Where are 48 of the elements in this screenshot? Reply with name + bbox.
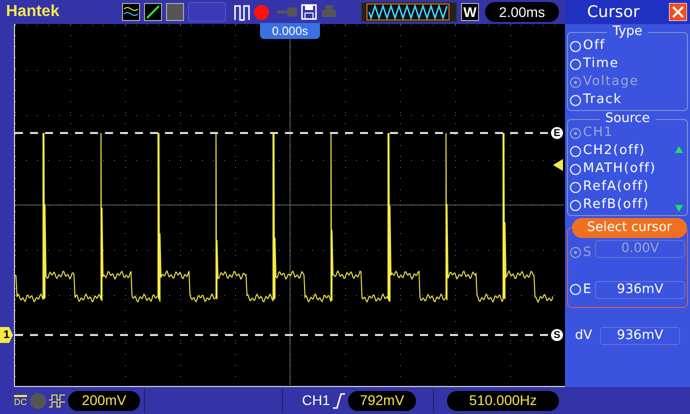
channel-marker: 1	[0, 327, 13, 343]
radio-option[interactable]: Track	[570, 91, 685, 109]
timebase-display: 2.00ms	[485, 2, 559, 22]
option-label: Off	[583, 37, 606, 56]
delta-label: dV	[575, 327, 592, 345]
trigger-source-label: CH1	[302, 391, 330, 410]
cursor-marker[interactable]: E	[551, 127, 563, 139]
option-label: Track	[583, 91, 622, 110]
volts-per-div-display: 200mV	[68, 390, 140, 410]
group-title: Type	[606, 24, 648, 39]
brand-logo: Hantek	[6, 2, 60, 22]
trigger-level-marker	[553, 159, 563, 171]
radio-option[interactable]: Off	[570, 37, 685, 55]
close-icon[interactable]	[669, 3, 687, 21]
group-title: Select cursor	[572, 218, 687, 238]
option-label: RefB(off)	[583, 196, 650, 214]
option-label: CH2(off)	[583, 142, 646, 160]
frequency-display: 510.000Hz	[447, 390, 560, 410]
delta-value-field: 936mV	[600, 326, 680, 345]
rising-edge-icon	[333, 392, 346, 408]
cursor-marker[interactable]: S	[551, 329, 563, 341]
cursor-option[interactable]: E 936mV	[570, 276, 685, 299]
trigger-level-display: 792mV	[348, 390, 416, 410]
square-wave-icon	[49, 394, 65, 408]
option-label: E	[583, 280, 592, 298]
option-label: RefA(off)	[583, 178, 650, 196]
radio-option[interactable]: RefA(off)	[570, 178, 685, 196]
record-icon[interactable]	[254, 4, 269, 20]
line-icon[interactable]	[144, 3, 162, 21]
option-label: S	[583, 244, 592, 262]
cursor-value-field: 0.00V	[595, 240, 685, 258]
radio-option[interactable]: Time	[570, 55, 685, 73]
trigger-position-label: 0.000s	[260, 23, 320, 39]
scroll-down-icon[interactable]	[675, 205, 683, 212]
scroll-up-icon[interactable]	[675, 146, 683, 153]
option-label: CH1	[583, 124, 614, 142]
radio-option[interactable]: MATH(off)	[570, 160, 685, 178]
radio-option[interactable]: RefB(off)	[570, 196, 685, 214]
option-label: MATH(off)	[583, 160, 656, 178]
radio-option[interactable]: CH2(off)	[570, 142, 685, 160]
panel-title: Cursor	[587, 1, 640, 23]
mode-indicator: W	[461, 3, 479, 21]
wave-icon[interactable]	[122, 3, 140, 21]
coupling-label: DC	[14, 394, 27, 406]
option-label: Voltage	[583, 73, 639, 92]
cursor-value-field: 936mV	[595, 281, 685, 299]
pulse-icon[interactable]	[234, 3, 250, 21]
option-label: Time	[583, 55, 619, 74]
